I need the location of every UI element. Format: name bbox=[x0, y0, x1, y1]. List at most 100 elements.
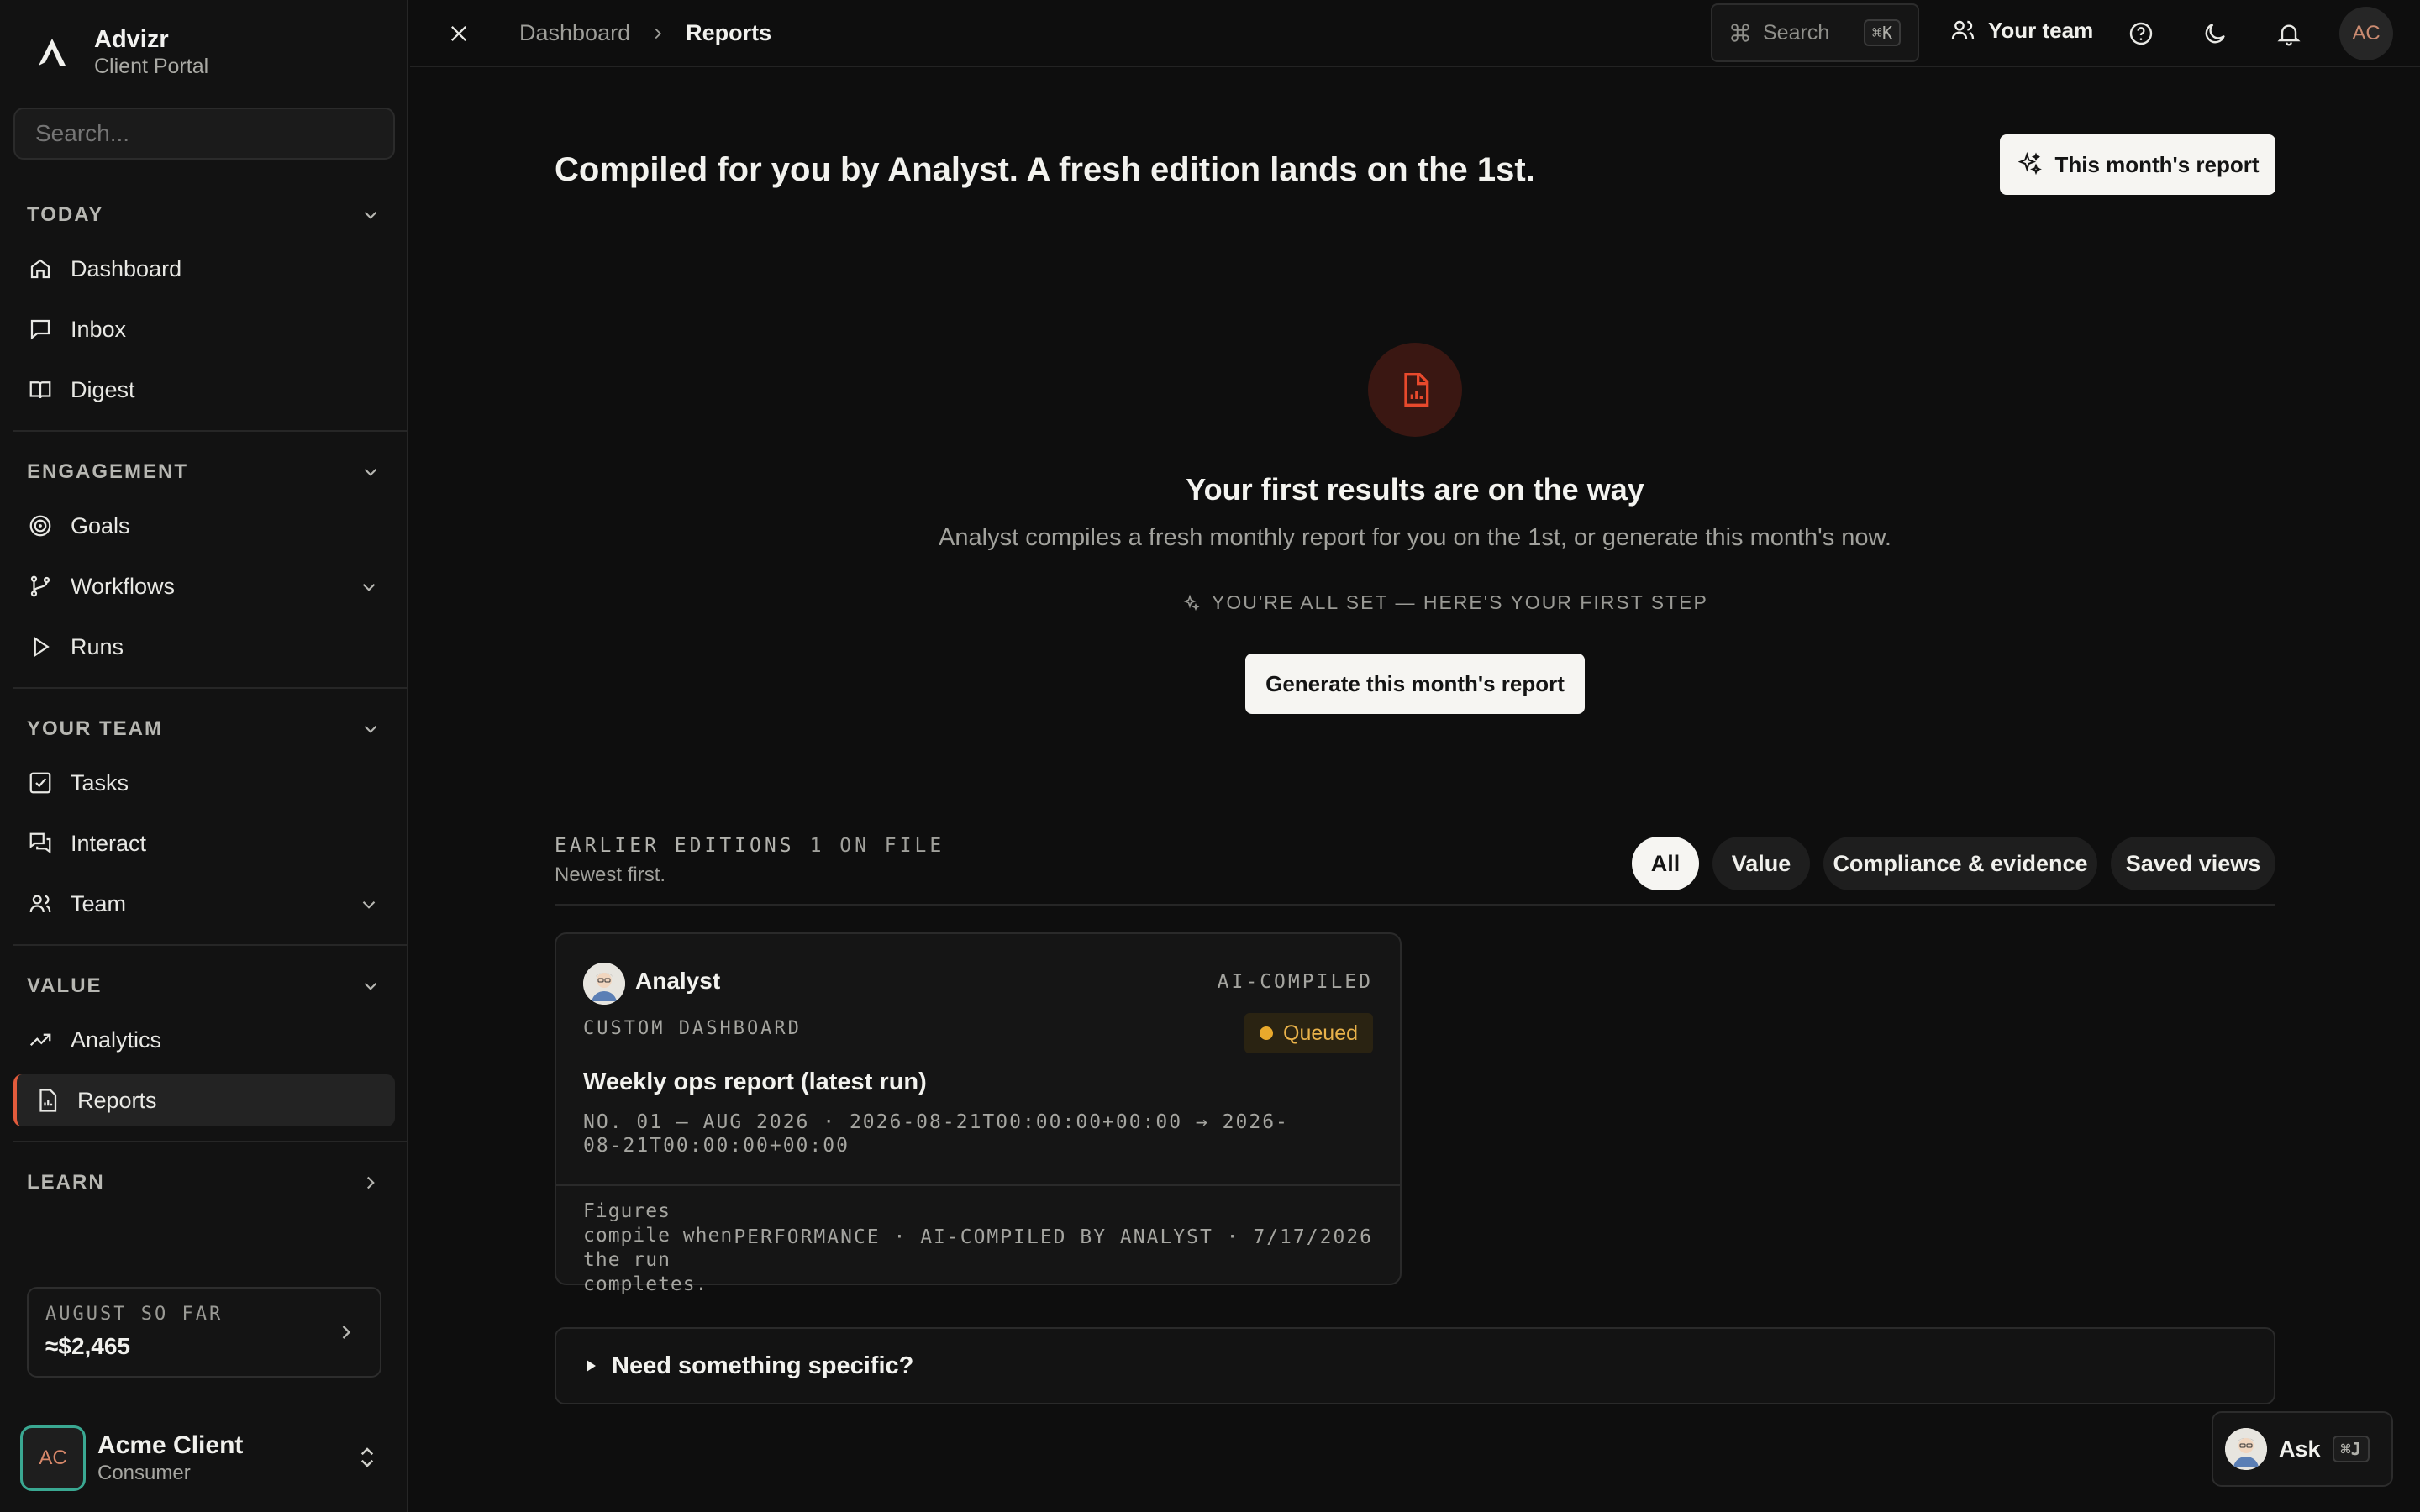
sidebar: Advizr Client Portal TODAY Dashboard Inb… bbox=[0, 0, 408, 1512]
sidebar-item-label: Team bbox=[71, 890, 127, 916]
book-icon bbox=[27, 376, 54, 403]
sidebar-item-dashboard[interactable]: Dashboard bbox=[13, 243, 395, 295]
filter-all[interactable]: All bbox=[1632, 837, 1699, 890]
sidebar-item-label: Digest bbox=[71, 376, 135, 402]
first-step-label: YOU'RE ALL SET — HERE'S YOUR FIRST STEP bbox=[1212, 591, 1708, 613]
sidebar-divider bbox=[13, 430, 408, 432]
notifications-button[interactable] bbox=[2274, 18, 2304, 49]
message-icon bbox=[27, 316, 54, 343]
sidebar-divider bbox=[13, 944, 408, 946]
filter-value[interactable]: Value bbox=[1712, 837, 1810, 890]
your-team-label: Your team bbox=[1988, 17, 2094, 43]
sidebar-item-runs[interactable]: Runs bbox=[13, 621, 395, 673]
section-today[interactable]: TODAY bbox=[27, 198, 381, 232]
section-learn-label: LEARN bbox=[27, 1171, 105, 1194]
edition-author: Analyst bbox=[635, 968, 721, 994]
need-something-specific-label: Need something specific? bbox=[612, 1352, 914, 1379]
status-badge: Queued bbox=[1244, 1013, 1373, 1053]
section-divider bbox=[555, 904, 2275, 906]
messages-icon bbox=[27, 830, 54, 857]
sidebar-item-label: Workflows bbox=[71, 573, 176, 599]
edition-kind: CUSTOM DASHBOARD bbox=[583, 1018, 802, 1039]
sidebar-item-label: Inbox bbox=[71, 316, 127, 342]
this-month-report-button[interactable]: This month's report bbox=[2000, 134, 2275, 195]
chevron-right-icon bbox=[649, 24, 667, 43]
month-spend-label: AUGUST SO FAR bbox=[45, 1304, 224, 1325]
avatar[interactable]: AC bbox=[2339, 7, 2393, 60]
brand[interactable]: Advizr Client Portal bbox=[27, 25, 208, 79]
user-name: Acme Client bbox=[97, 1431, 244, 1459]
section-your-team[interactable]: YOUR TEAM bbox=[27, 712, 381, 746]
earlier-editions-heading: EARLIER EDITIONS 1 ON FILE bbox=[555, 835, 944, 857]
empty-state-icon bbox=[1368, 343, 1462, 437]
month-spend-value: ≈$2,465 bbox=[45, 1333, 131, 1359]
sidebar-item-team[interactable]: Team bbox=[13, 878, 395, 930]
help-button[interactable] bbox=[2126, 18, 2156, 49]
filter-saved-views[interactable]: Saved views bbox=[2111, 837, 2275, 890]
global-search-button[interactable]: Search ⌘K bbox=[1711, 3, 1919, 62]
sidebar-item-analytics[interactable]: Analytics bbox=[13, 1014, 395, 1066]
empty-state-title: Your first results are on the way bbox=[1186, 472, 1644, 507]
chevron-up-down-icon bbox=[355, 1445, 380, 1470]
chevron-down-icon bbox=[358, 576, 380, 598]
sidebar-item-workflows[interactable]: Workflows bbox=[13, 560, 395, 612]
bell-icon bbox=[2275, 20, 2302, 47]
sidebar-item-interact[interactable]: Interact bbox=[13, 817, 395, 869]
account-switcher[interactable]: AC Acme Client Consumer bbox=[20, 1425, 395, 1492]
file-chart-icon bbox=[1397, 371, 1434, 408]
users-icon bbox=[1949, 17, 1976, 44]
close-button[interactable] bbox=[444, 18, 474, 49]
home-icon bbox=[27, 255, 54, 282]
theme-toggle-button[interactable] bbox=[2200, 18, 2230, 49]
close-icon bbox=[447, 22, 471, 45]
edition-divider bbox=[556, 1184, 1400, 1186]
generate-report-button[interactable]: Generate this month's report bbox=[1245, 654, 1585, 714]
moon-icon bbox=[2202, 20, 2228, 47]
section-your-team-label: YOUR TEAM bbox=[27, 717, 163, 740]
sidebar-item-inbox[interactable]: Inbox bbox=[13, 303, 395, 355]
ask-label: Ask bbox=[2279, 1436, 2321, 1462]
breadcrumb-reports: Reports bbox=[686, 20, 772, 45]
edition-meta: NO. 01 — AUG 2026 · 2026-08-21T00:00:00+… bbox=[583, 1111, 1289, 1157]
avatar: AC bbox=[20, 1425, 86, 1491]
brand-name: Advizr bbox=[94, 26, 169, 53]
edition-footer-meta: PERFORMANCE · AI-COMPILED BY ANALYST · 7… bbox=[734, 1226, 1373, 1248]
sparkles-icon bbox=[2016, 151, 2043, 178]
play-icon bbox=[27, 633, 54, 660]
brand-subtitle: Client Portal bbox=[94, 55, 209, 78]
section-value[interactable]: VALUE bbox=[27, 969, 381, 1003]
filter-compliance-evidence[interactable]: Compliance & evidence bbox=[1823, 837, 2097, 890]
ask-analyst-button[interactable]: Ask ⌘J bbox=[2212, 1411, 2393, 1487]
need-something-specific-toggle[interactable]: Need something specific? bbox=[555, 1327, 2275, 1404]
this-month-report-label: This month's report bbox=[2054, 151, 2260, 177]
empty-state-subtitle: Analyst compiles a fresh monthly report … bbox=[939, 524, 1891, 551]
chevron-down-icon bbox=[358, 894, 380, 916]
sidebar-search-input[interactable] bbox=[13, 108, 395, 160]
sidebar-item-label: Analytics bbox=[71, 1026, 162, 1053]
sidebar-item-reports[interactable]: Reports bbox=[13, 1074, 395, 1126]
status-label: Queued bbox=[1283, 1021, 1358, 1045]
sidebar-item-label: Tasks bbox=[71, 769, 129, 795]
your-team-button[interactable]: Your team bbox=[1949, 17, 2093, 44]
section-learn[interactable]: LEARN bbox=[27, 1166, 381, 1200]
analyst-avatar bbox=[583, 963, 625, 1005]
sidebar-item-tasks[interactable]: Tasks bbox=[13, 757, 395, 809]
analyst-avatar bbox=[2225, 1428, 2267, 1470]
command-icon bbox=[1729, 22, 1751, 44]
section-value-label: VALUE bbox=[27, 974, 103, 997]
checkbox-icon bbox=[27, 769, 54, 796]
chevron-right-icon bbox=[360, 1172, 381, 1194]
page-headline: Compiled for you by Analyst. A fresh edi… bbox=[555, 151, 1535, 188]
trending-up-icon bbox=[27, 1026, 54, 1053]
edition-card[interactable]: Analyst AI-COMPILED CUSTOM DASHBOARD Que… bbox=[555, 932, 1402, 1295]
first-step-hint: YOU'RE ALL SET — HERE'S YOUR FIRST STEP bbox=[1181, 591, 1708, 614]
chevron-down-icon bbox=[360, 718, 381, 740]
sidebar-item-digest[interactable]: Digest bbox=[13, 364, 395, 416]
triangle-right-icon bbox=[583, 1358, 598, 1373]
breadcrumb: Dashboard Reports bbox=[519, 20, 771, 46]
edition-tag: AI-COMPILED bbox=[1217, 971, 1373, 993]
edition-title: Weekly ops report (latest run) bbox=[583, 1068, 927, 1095]
breadcrumb-dashboard[interactable]: Dashboard bbox=[519, 20, 630, 46]
sidebar-item-label: Dashboard bbox=[71, 255, 182, 281]
month-spend-card[interactable]: AUGUST SO FAR ≈$2,465 bbox=[27, 1287, 381, 1378]
